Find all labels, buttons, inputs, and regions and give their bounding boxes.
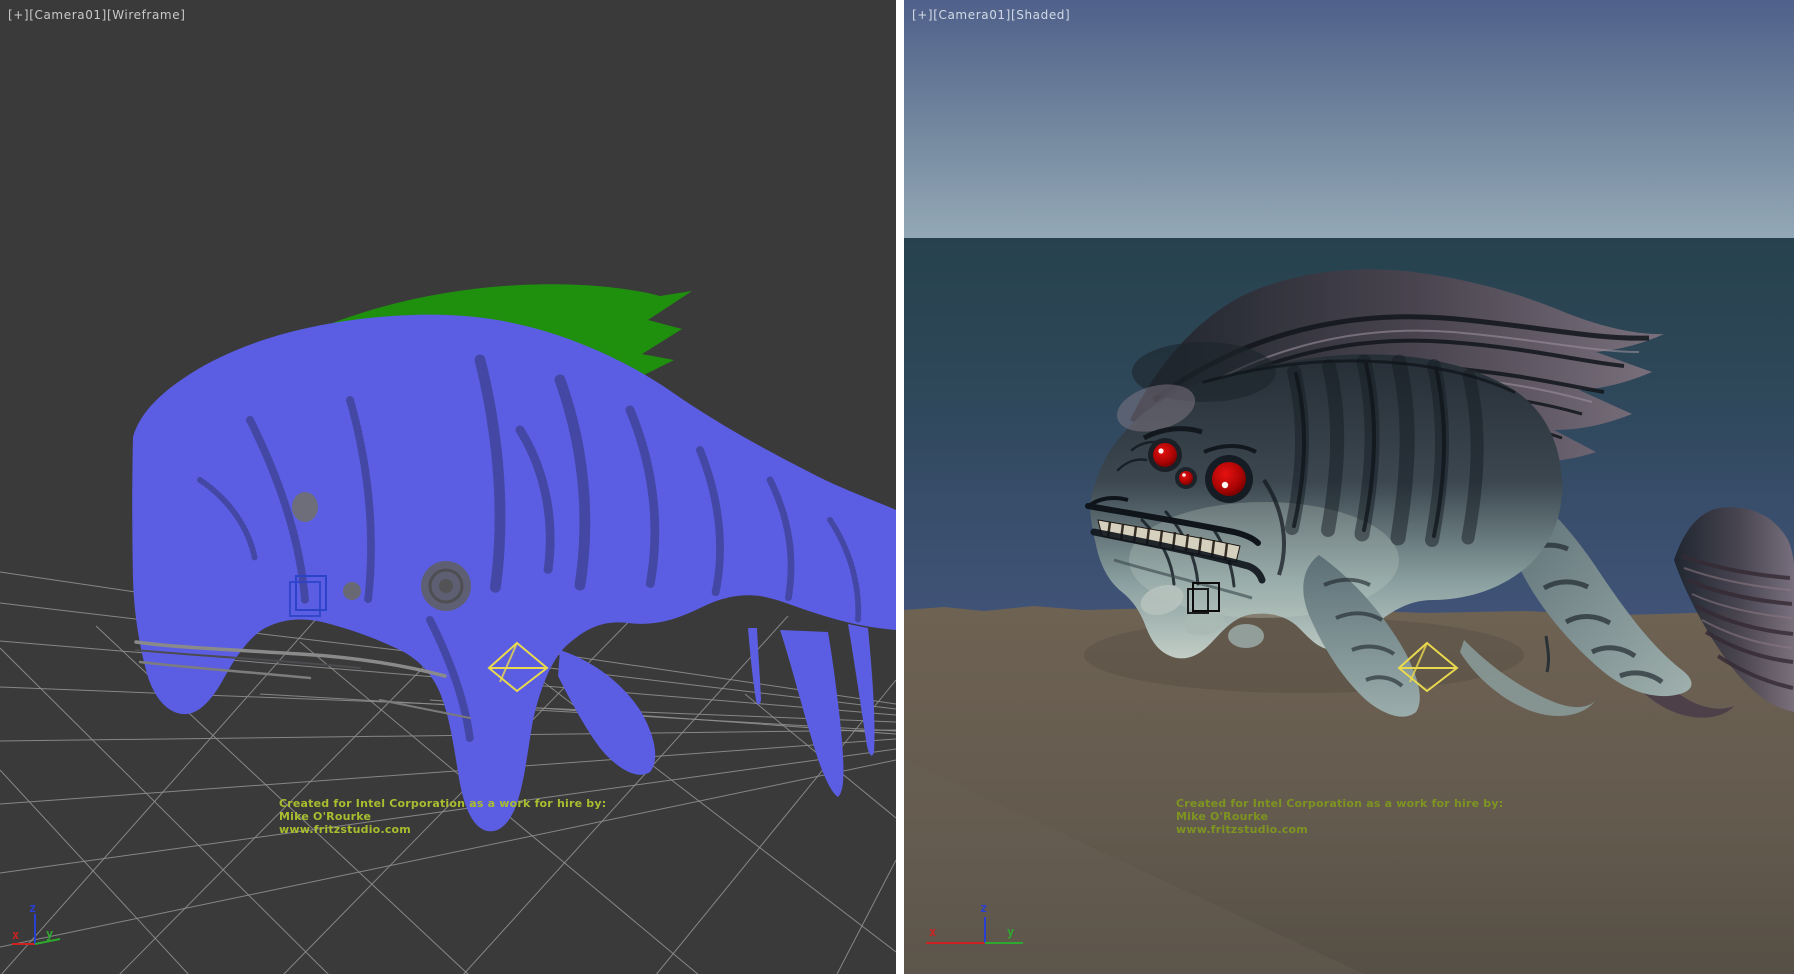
wireframe-fish-streamer-fin [780, 630, 844, 797]
viewport-shaded[interactable]: [+][Camera01][Shaded] [904, 0, 1794, 974]
wireframe-fish-spike-fin [748, 628, 761, 705]
credit-text-left: Created for Intel Corporation as a work … [279, 797, 606, 836]
axis-gizmo-left: x y z [12, 901, 60, 944]
credit-text-right: Created for Intel Corporation as a work … [1176, 797, 1503, 836]
axis-y-label: y [46, 927, 53, 941]
viewport-wireframe[interactable]: [+][Camera01][Wireframe] [0, 0, 896, 974]
wireframe-fish-body [132, 315, 896, 832]
axis-x-label: x [12, 928, 19, 942]
viewport-label-shaded[interactable]: [+][Camera01][Shaded] [912, 8, 1070, 22]
axis-x-label: x [929, 925, 936, 939]
wireframe-fish-tail-streamer [848, 624, 875, 756]
axis-z-label: z [29, 901, 36, 915]
axis-z-label: z [980, 901, 987, 915]
viewport-label-wireframe[interactable]: [+][Camera01][Wireframe] [8, 8, 185, 22]
axis-y-label: y [1007, 925, 1014, 939]
wireframe-fish[interactable] [132, 284, 896, 831]
